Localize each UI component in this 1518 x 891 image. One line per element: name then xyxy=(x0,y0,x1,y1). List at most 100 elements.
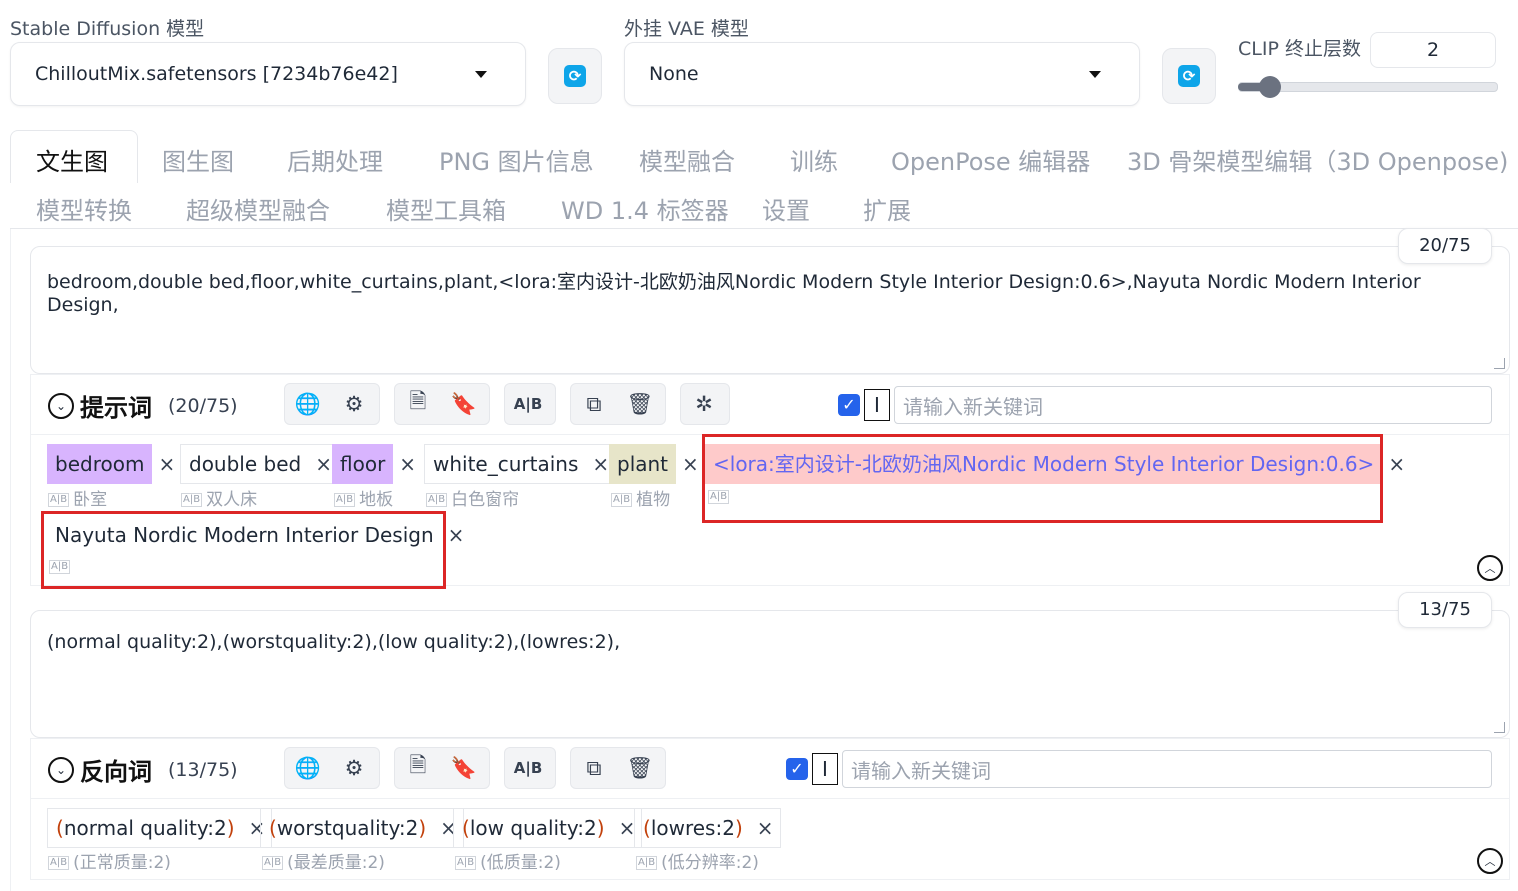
toolbar-group-4: ⧉ 🗑 xyxy=(570,383,666,425)
model-label: Stable Diffusion 模型 xyxy=(10,18,205,40)
translate-globe-icon[interactable]: 🌐 xyxy=(285,383,331,425)
tag-item[interactable]: plant × xyxy=(609,444,705,484)
keyword-enable-checkbox[interactable]: ✓ xyxy=(786,758,808,780)
tag-translation: A|B 双人床 xyxy=(181,485,257,510)
tag-text: (low quality:2) xyxy=(462,816,605,840)
prompt-text: bedroom,double bed,floor,white_curtains,… xyxy=(47,271,1421,316)
collapse-up-icon[interactable]: ︿ xyxy=(1477,555,1503,581)
tag-item[interactable]: white_curtains × xyxy=(424,444,617,484)
negative-keyword-input[interactable]: 请输入新关键词 xyxy=(842,750,1492,788)
close-icon[interactable]: × xyxy=(676,452,705,476)
chevron-down-icon: ⌄ xyxy=(48,392,74,419)
history-icon[interactable]: 🗎 xyxy=(395,747,441,789)
clip-skip-slider-handle[interactable] xyxy=(1258,76,1281,98)
translate-text-icon[interactable]: A|B xyxy=(505,383,551,425)
tag-translation-text: (低质量:2) xyxy=(480,853,561,873)
model-select[interactable]: ChilloutMix.safetensors [7234b76e42] xyxy=(10,42,526,106)
gear-icon[interactable]: ⚙ xyxy=(331,383,377,425)
highlight-box xyxy=(702,434,1383,523)
tag-text: (normal quality:2) xyxy=(56,816,235,840)
bookmark-icon[interactable]: 🔖 xyxy=(441,383,487,425)
tab-train[interactable]: 训练 xyxy=(790,142,838,177)
toolbar-group-3: A|B xyxy=(504,747,556,789)
tag-translation-text: (正常质量:2) xyxy=(73,853,171,873)
tag-item[interactable]: (low quality:2) × xyxy=(453,808,643,848)
tag-text: double bed xyxy=(189,452,302,476)
prompt-token-counter: 20/75 xyxy=(1398,228,1492,264)
tab-openpose-editor[interactable]: OpenPose 编辑器 xyxy=(891,142,1090,177)
tab-extras[interactable]: 后期处理 xyxy=(287,142,383,177)
tab-png-info[interactable]: PNG 图片信息 xyxy=(439,142,594,177)
tag-item[interactable]: (lowres:2) × xyxy=(634,808,781,848)
tag-item[interactable]: (worstquality:2) × xyxy=(260,808,464,848)
translate-globe-icon[interactable]: 🌐 xyxy=(285,747,331,789)
prompt-keyword-input[interactable]: 请输入新关键词 xyxy=(894,386,1492,424)
bookmark-icon[interactable]: 🔖 xyxy=(441,747,487,789)
copy-icon[interactable]: ⧉ xyxy=(571,383,617,425)
tab-txt2img[interactable]: 文生图 xyxy=(36,142,108,177)
negative-title: 反向词 xyxy=(80,758,152,786)
negative-prompt-textarea[interactable]: (normal quality:2),(worstquality:2),(low… xyxy=(30,610,1510,738)
refresh-icon: ⟳ xyxy=(1178,65,1200,87)
tag-text: (worstquality:2) xyxy=(269,816,427,840)
negative-collapse-toggle[interactable]: ⌄ 反向词 (13/75) xyxy=(48,752,238,787)
translate-mini-icon: A|B xyxy=(48,856,70,870)
tab-3d-openpose[interactable]: 3D 骨架模型编辑（3D Openpose) xyxy=(1127,142,1508,177)
tab-model-convert[interactable]: 模型转换 xyxy=(36,191,132,226)
translate-mini-icon: A|B xyxy=(181,493,203,507)
vae-select[interactable]: None xyxy=(624,42,1140,106)
tag-item[interactable]: bedroom × xyxy=(47,444,181,484)
translate-text-icon[interactable]: A|B xyxy=(505,747,551,789)
toolbar-group-4: ⧉ 🗑 xyxy=(570,747,666,789)
tab-checkpoint-merger[interactable]: 模型融合 xyxy=(639,142,735,177)
tab-img2img[interactable]: 图生图 xyxy=(162,142,234,177)
translate-mini-icon: A|B xyxy=(426,493,448,507)
tag-translation: A|B 白色窗帘 xyxy=(426,485,519,510)
tag-item[interactable]: double bed × xyxy=(180,444,339,484)
close-icon[interactable]: × xyxy=(393,452,422,476)
chevron-down-icon xyxy=(1089,71,1101,78)
tab-settings[interactable]: 设置 xyxy=(762,191,810,226)
toolbar-group-2: 🗎 🔖 xyxy=(394,747,490,789)
tab-model-toolkit[interactable]: 模型工具箱 xyxy=(386,191,506,226)
refresh-model-button[interactable]: ⟳ xyxy=(548,48,602,104)
prompt-textarea[interactable]: bedroom,double bed,floor,white_curtains,… xyxy=(30,246,1510,374)
toolbar-group-5: ✲ xyxy=(680,383,730,425)
tag-translation-text: 白色窗帘 xyxy=(451,490,520,510)
resize-grip-icon[interactable] xyxy=(1494,722,1505,733)
negative-token-counter: 13/75 xyxy=(1398,592,1492,628)
refresh-vae-button[interactable]: ⟳ xyxy=(1162,48,1216,104)
close-icon[interactable]: × xyxy=(152,452,181,476)
trash-icon[interactable]: 🗑 xyxy=(617,747,663,789)
resize-grip-icon[interactable] xyxy=(1494,358,1505,369)
clip-label: CLIP 终止层数 xyxy=(1238,38,1361,60)
tag-item[interactable]: floor × xyxy=(332,444,422,484)
chevron-down-icon xyxy=(475,71,487,78)
trash-icon[interactable]: 🗑 xyxy=(617,383,663,425)
keyword-enable-checkbox[interactable]: ✓ xyxy=(838,394,860,416)
tag-translation: A|B (低质量:2) xyxy=(455,848,561,873)
translate-mini-icon: A|B xyxy=(262,856,284,870)
tab-wd14-tagger[interactable]: WD 1.4 标签器 xyxy=(561,191,729,226)
history-icon[interactable]: 🗎 xyxy=(395,383,441,425)
collapse-up-icon[interactable]: ︿ xyxy=(1477,848,1503,874)
close-icon[interactable]: × xyxy=(751,816,780,840)
translate-mini-icon: A|B xyxy=(636,856,658,870)
translate-mini-icon: A|B xyxy=(334,493,356,507)
close-icon[interactable]: × xyxy=(1382,452,1411,476)
toolbar-group-1: 🌐 ⚙ xyxy=(284,383,380,425)
tag-translation: A|B 地板 xyxy=(334,485,393,510)
tab-extensions[interactable]: 扩展 xyxy=(863,191,911,226)
tag-item[interactable]: (normal quality:2) × xyxy=(47,808,273,848)
copy-icon[interactable]: ⧉ xyxy=(571,747,617,789)
gear-icon[interactable]: ⚙ xyxy=(331,747,377,789)
chatgpt-icon[interactable]: ✲ xyxy=(681,383,727,425)
tab-super-merger[interactable]: 超级模型融合 xyxy=(186,191,330,226)
prompt-collapse-toggle[interactable]: ⌄ 提示词 (20/75) xyxy=(48,388,238,423)
tag-translation-text: 地板 xyxy=(359,490,394,510)
clip-skip-input[interactable]: 2 xyxy=(1370,32,1496,68)
toolbar-group-1: 🌐 ⚙ xyxy=(284,747,380,789)
highlight-box xyxy=(41,511,446,589)
tag-translation-text: 双人床 xyxy=(206,490,258,510)
text-cursor-icon: I xyxy=(864,389,890,421)
